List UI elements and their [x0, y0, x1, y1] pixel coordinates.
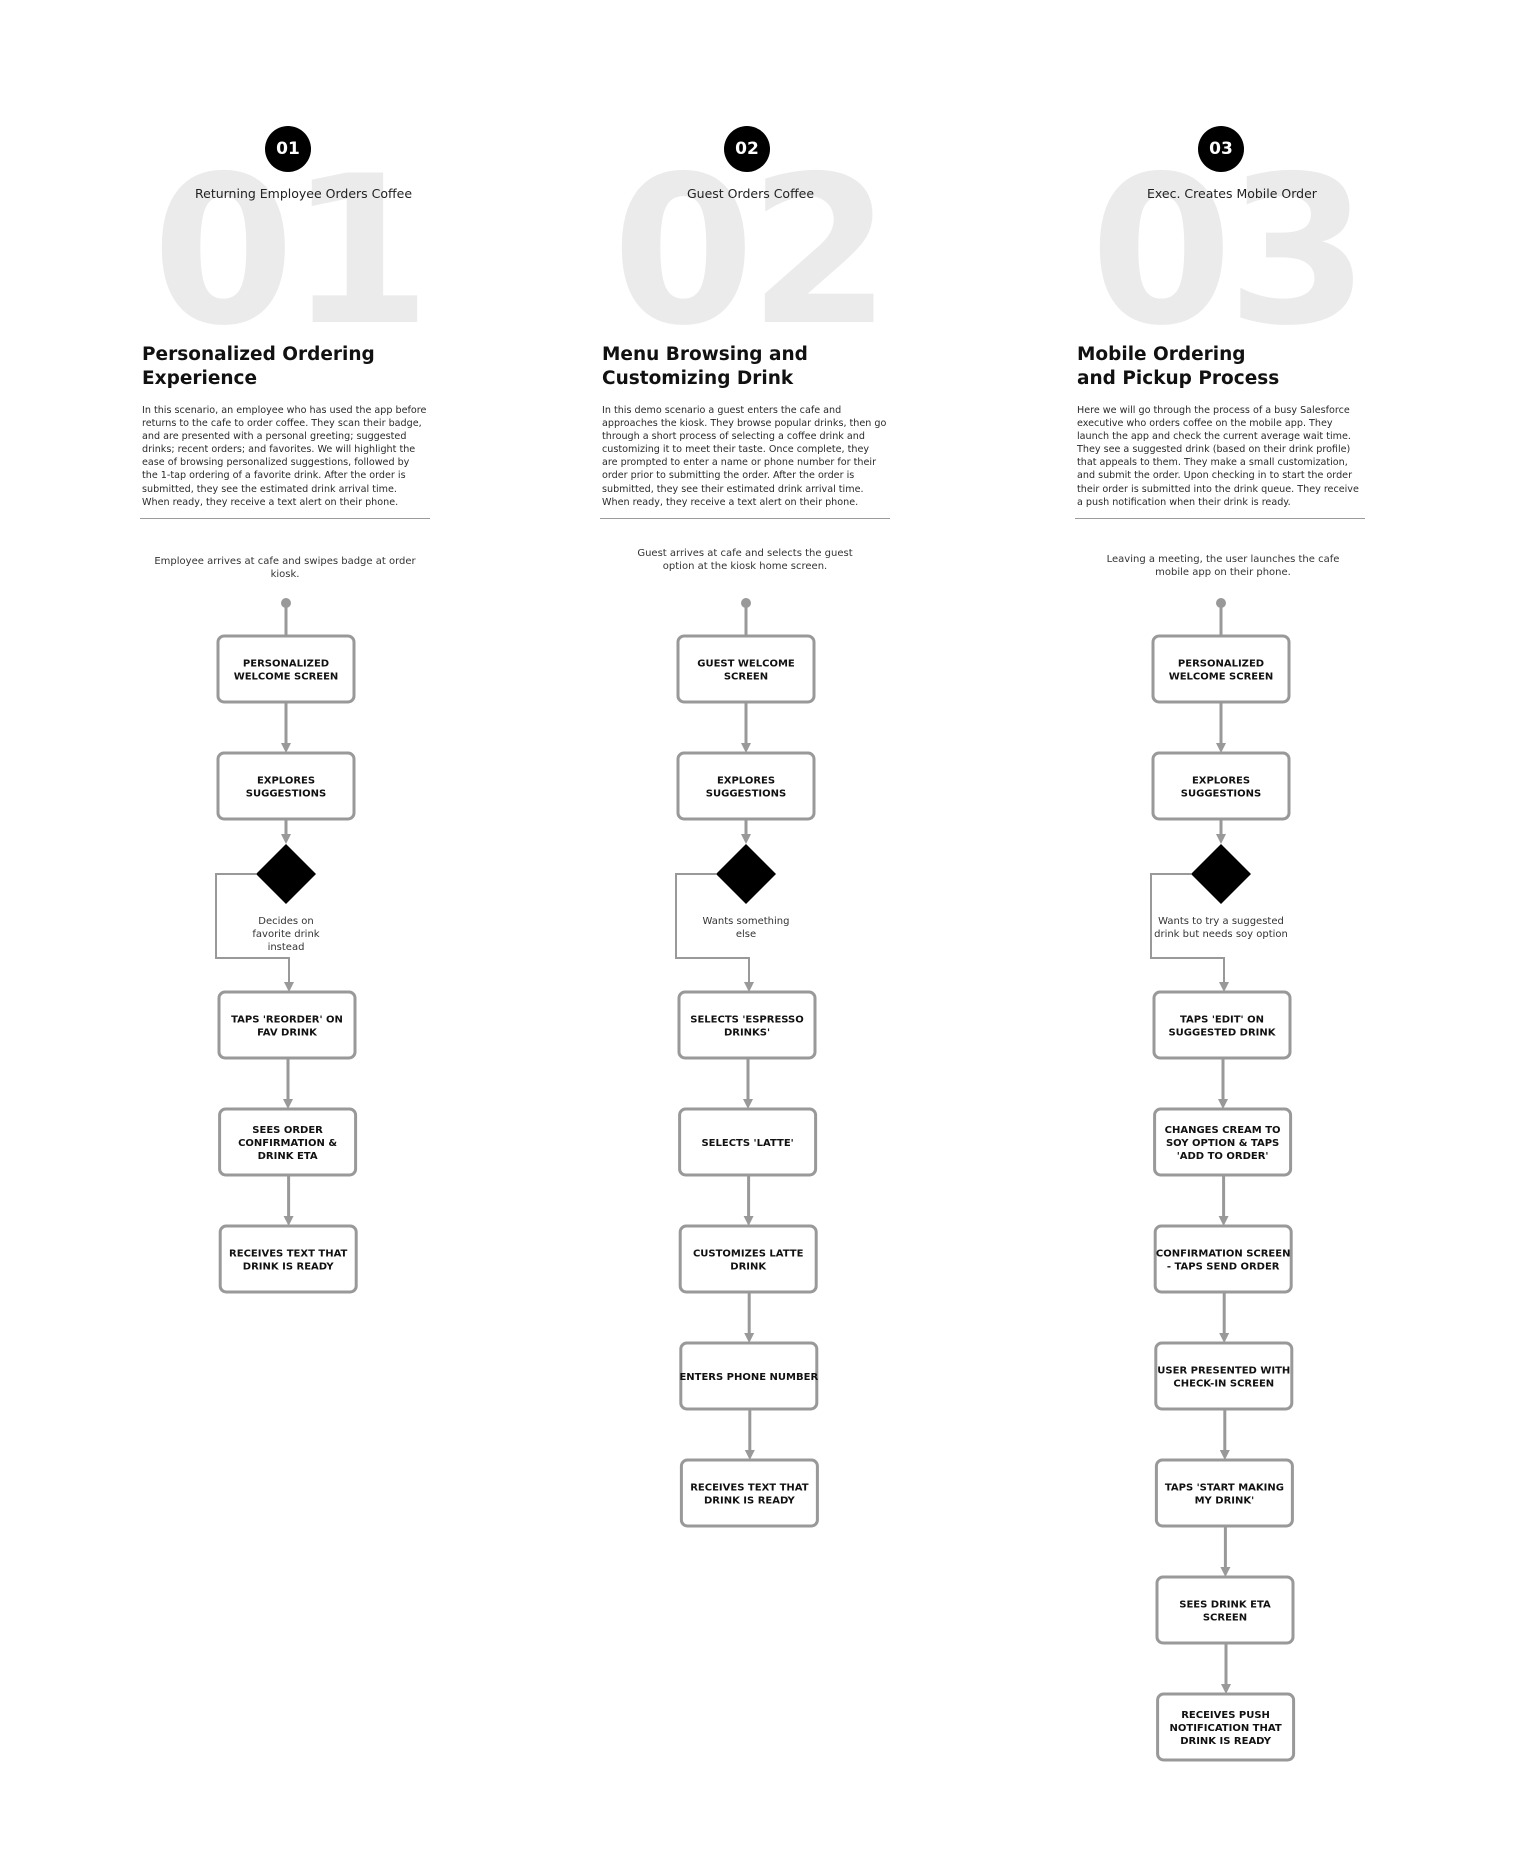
scenario-title-line: Personalized Ordering [142, 344, 375, 365]
step-label: SCREEN [1203, 1613, 1247, 1624]
process-step-box[interactable]: RECEIVES TEXT THAT DRINK IS READY [679, 1458, 819, 1528]
step-label: TAPS 'START MAKING [1165, 1483, 1284, 1494]
step-label: SCREEN [724, 672, 768, 683]
watermark-number: 03 [1090, 133, 1369, 371]
scenario-column-1: 01 01 Returning Employee Orders Coffee P… [140, 0, 470, 1849]
scenario-description: In this demo scenario a guest enters the… [602, 405, 887, 508]
scenario-title: Personalized Ordering Experience [142, 343, 375, 391]
scenario-title-line: Experience [142, 368, 258, 389]
process-step-box[interactable]: CONFIRMATION SCREEN - TAPS SEND ORDER [1153, 1224, 1293, 1294]
step-label: DRINK IS READY [243, 1262, 335, 1273]
process-step-box[interactable]: SELECTS 'LATTE' [678, 1107, 818, 1177]
step-label: SUGGESTIONS [1181, 789, 1261, 800]
process-step-box[interactable]: EXPLORES SUGGESTIONS [1151, 751, 1291, 821]
step-label: MY DRINK' [1195, 1496, 1255, 1507]
step-label: SEES DRINK ETA [1179, 1600, 1271, 1611]
step-label: GUEST WELCOME [697, 659, 795, 670]
step-label: SUGGESTED DRINK [1168, 1028, 1276, 1039]
step-label: DRINK ETA [258, 1151, 318, 1162]
process-step-box[interactable]: PERSONALIZED WELCOME SCREEN [216, 634, 356, 704]
scenario-title-line: Mobile Ordering [1077, 344, 1246, 365]
divider [140, 518, 430, 519]
scenario-column-3: 03 03 Exec. Creates Mobile Order Mobile … [1075, 0, 1405, 1849]
step-label: SEES ORDER [252, 1125, 323, 1136]
step-label: CUSTOMIZES LATTE [693, 1249, 804, 1260]
process-step-box[interactable]: EXPLORES SUGGESTIONS [216, 751, 356, 821]
step-label: CONFIRMATION & [238, 1138, 337, 1149]
step-label: RECEIVES PUSH [1181, 1710, 1270, 1721]
step-label: SUGGESTIONS [706, 789, 786, 800]
step-label: EXPLORES [1192, 776, 1250, 787]
process-step-box[interactable]: PERSONALIZED WELCOME SCREEN [1151, 634, 1291, 704]
start-note: Guest arrives at cafe and selects the gu… [637, 548, 853, 572]
start-note: Leaving a meeting, the user launches the… [1106, 554, 1340, 578]
step-label: ENTERS PHONE NUMBER [679, 1372, 818, 1383]
step-label: SELECTS 'ESPRESSO [690, 1015, 804, 1026]
step-number-badge: 03 [1198, 126, 1244, 172]
process-step-box[interactable]: RECEIVES PUSH NOTIFICATION THAT DRINK IS R… [1156, 1692, 1296, 1762]
watermark-number: 02 [612, 133, 891, 371]
step-label: CONFIRMATION SCREEN [1156, 1249, 1291, 1260]
process-step-box[interactable]: SEES DRINK ETA SCREEN [1155, 1575, 1295, 1645]
step-label: DRINK IS READY [1180, 1736, 1272, 1747]
scenario-title-line: Menu Browsing and [602, 344, 808, 365]
scenario-column-2: 02 02 Guest Orders Coffee Menu Browsing … [600, 0, 930, 1849]
step-label: CHECK-IN SCREEN [1173, 1379, 1274, 1390]
step-number-badge: 01 [265, 126, 311, 172]
process-step-box[interactable]: GUEST WELCOME SCREEN [676, 634, 816, 704]
step-label: PERSONALIZED [243, 659, 329, 670]
scenario-description: In this scenario, an employee who has us… [142, 405, 427, 508]
scenario-description: Here we will go through the process of a… [1077, 405, 1359, 508]
scenario-subtitle: Guest Orders Coffee [687, 186, 815, 201]
process-step-box[interactable]: USER PRESENTED WITH CHECK-IN SCREEN [1154, 1341, 1294, 1411]
step-label: TAPS 'EDIT' ON [1180, 1015, 1264, 1026]
divider [600, 518, 890, 519]
process-step-box[interactable]: CHANGES CREAM TO SOY OPTION & TAPS 'ADD TO… [1153, 1107, 1293, 1177]
process-step-box[interactable]: EXPLORES SUGGESTIONS [676, 751, 816, 821]
step-label: EXPLORES [257, 776, 315, 787]
step-label: TAPS 'REORDER' ON [231, 1015, 343, 1026]
scenario-title-line: Customizing Drink [602, 368, 794, 389]
step-label: USER PRESENTED WITH [1157, 1366, 1290, 1377]
step-label: NOTIFICATION THAT [1170, 1723, 1282, 1734]
step-label: PERSONALIZED [1178, 659, 1264, 670]
process-step-box[interactable]: TAPS 'REORDER' ON FAV DRINK [217, 990, 357, 1060]
step-label: DRINKS' [724, 1028, 770, 1039]
step-number-badge: 02 [724, 126, 770, 172]
step-label: RECEIVES TEXT THAT [690, 1483, 808, 1494]
step-label: WELCOME SCREEN [1169, 672, 1274, 683]
step-label: DRINK IS READY [704, 1496, 796, 1507]
process-step-box[interactable]: TAPS 'EDIT' ON SUGGESTED DRINK [1152, 990, 1292, 1060]
scenario-subtitle: Exec. Creates Mobile Order [1147, 186, 1317, 201]
scenario-subtitle: Returning Employee Orders Coffee [195, 186, 413, 201]
step-label: 'ADD TO ORDER' [1177, 1151, 1269, 1162]
process-step-box[interactable]: CUSTOMIZES LATTE DRINK [678, 1224, 818, 1294]
process-step-box[interactable]: SELECTS 'ESPRESSO DRINKS' [677, 990, 817, 1060]
watermark-number: 01 [152, 133, 431, 371]
step-label: RECEIVES TEXT THAT [229, 1249, 347, 1260]
step-label: CHANGES CREAM TO [1165, 1125, 1281, 1136]
process-step-box[interactable]: SEES ORDER CONFIRMATION & DRINK ETA [218, 1107, 358, 1177]
step-label: SUGGESTIONS [246, 789, 326, 800]
process-step-box[interactable]: ENTERS PHONE NUMBER [679, 1341, 818, 1411]
step-label: FAV DRINK [257, 1028, 318, 1039]
step-label: SELECTS 'LATTE' [701, 1138, 793, 1149]
scenario-title-line: and Pickup Process [1077, 368, 1280, 389]
start-note: Employee arrives at cafe and swipes badg… [154, 556, 416, 580]
scenario-title: Mobile Ordering and Pickup Process [1077, 343, 1279, 391]
step-label: WELCOME SCREEN [234, 672, 339, 683]
step-label: EXPLORES [717, 776, 775, 787]
process-step-box[interactable]: TAPS 'START MAKING MY DRINK' [1154, 1458, 1294, 1528]
divider [1075, 518, 1365, 519]
step-label: DRINK [730, 1262, 767, 1273]
step-label: SOY OPTION & TAPS [1166, 1138, 1279, 1149]
process-step-box[interactable]: RECEIVES TEXT THAT DRINK IS READY [218, 1224, 358, 1294]
step-label: - TAPS SEND ORDER [1167, 1262, 1280, 1273]
scenario-title: Menu Browsing and Customizing Drink [602, 343, 808, 391]
